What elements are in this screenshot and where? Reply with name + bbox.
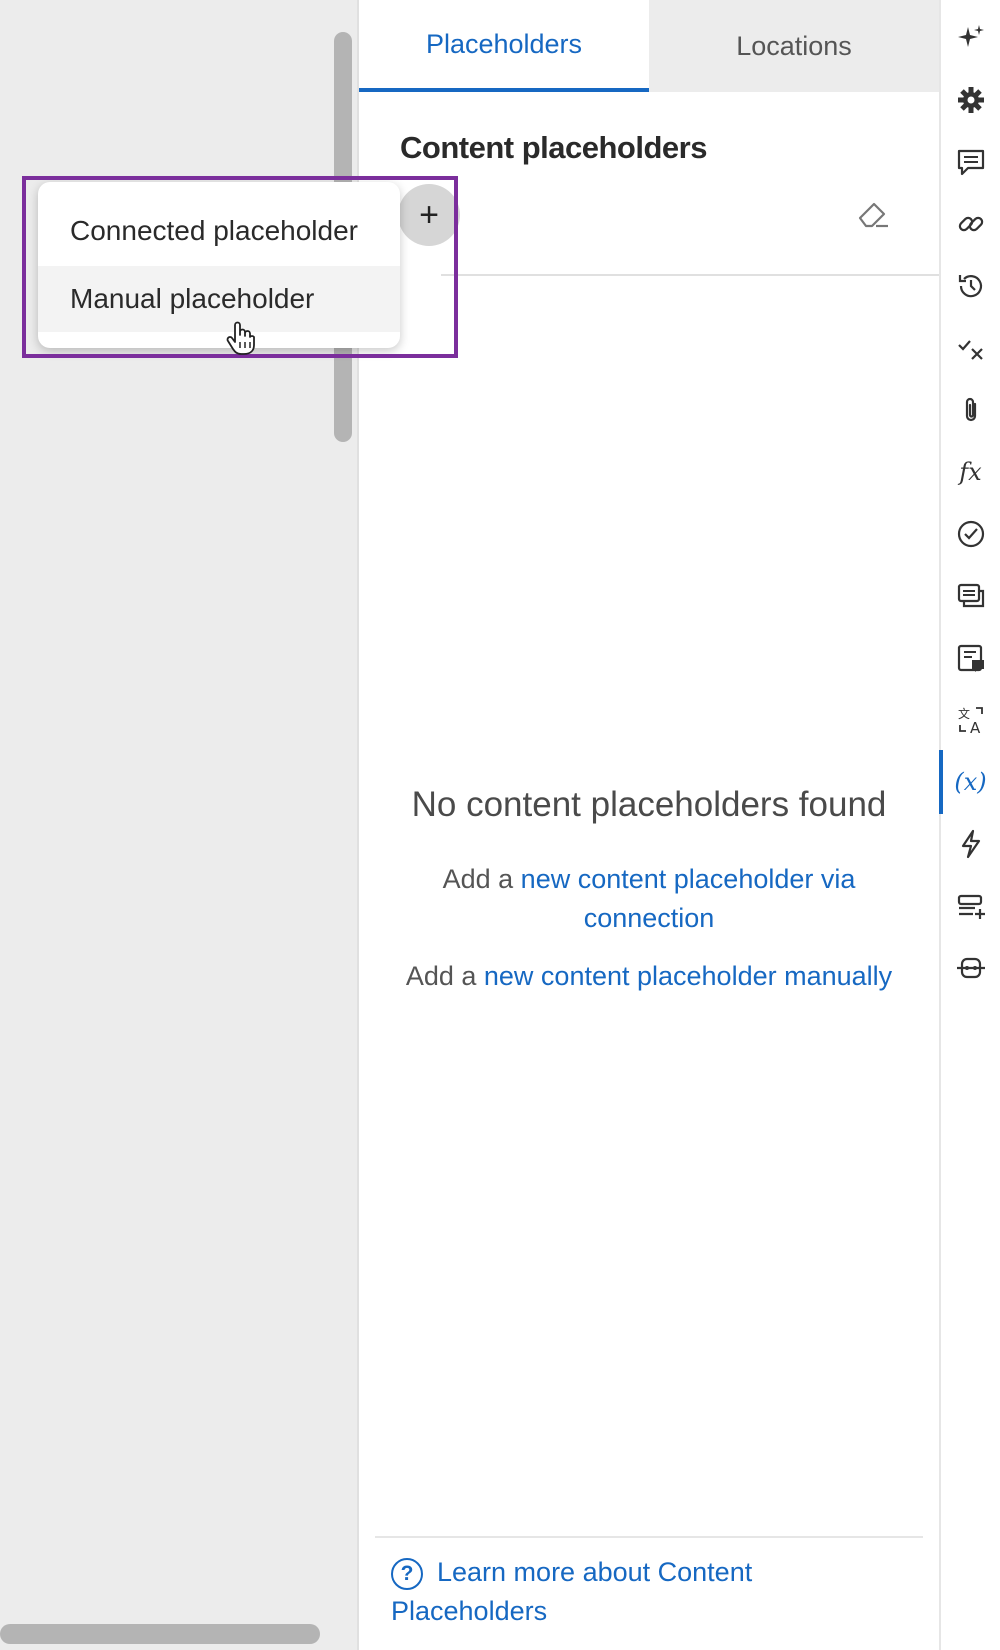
rail-button-settings[interactable] — [941, 75, 1000, 125]
empty-state-connection-line: Add a new content placeholder via connec… — [399, 860, 899, 938]
rail-button-history[interactable] — [941, 261, 1000, 311]
learn-more-link[interactable]: ? Learn more about Content Placeholders — [391, 1553, 851, 1631]
horizontal-scrollbar[interactable] — [0, 1624, 320, 1644]
rail-button-links[interactable] — [941, 199, 1000, 249]
empty-state-manual-line: Add a new content placeholder manually — [399, 957, 899, 996]
rail-button-ai[interactable] — [941, 13, 1000, 63]
rail-button-fields[interactable] — [941, 881, 1000, 931]
rail-button-automations[interactable] — [941, 819, 1000, 869]
rail-button-notes[interactable] — [941, 633, 1000, 683]
sparkles-icon — [957, 25, 984, 47]
icon-rail: fx 文A (x) — [939, 0, 1000, 1650]
paperclip-icon — [965, 397, 976, 422]
svg-text:文: 文 — [958, 706, 970, 721]
help-icon: ? — [391, 1558, 423, 1590]
empty-state-connection-prefix: Add a — [442, 864, 521, 894]
rail-button-messages[interactable] — [941, 571, 1000, 621]
gear-icon — [957, 87, 984, 113]
section-title: Content placeholders — [400, 130, 707, 165]
svg-text:A: A — [970, 719, 981, 735]
add-manually-link[interactable]: new content placeholder manually — [484, 961, 892, 991]
rail-button-variables[interactable]: (x) — [941, 757, 1000, 807]
empty-state-title: No content placeholders found — [411, 785, 887, 824]
check-x-icon — [957, 340, 983, 360]
footer-divider — [375, 1536, 923, 1538]
tab-placeholders[interactable]: Placeholders — [359, 0, 649, 92]
rail-button-attachments[interactable] — [941, 385, 1000, 435]
function-icon: fx — [959, 458, 982, 486]
rail-button-approvals[interactable] — [941, 509, 1000, 559]
translate-icon: 文A — [958, 706, 983, 735]
variable-icon: (x) — [954, 768, 987, 796]
rail-button-formulas[interactable]: fx — [941, 447, 1000, 497]
learn-more-label: Learn more about Content Placeholders — [391, 1557, 753, 1626]
add-via-connection-link[interactable]: new content placeholder via connection — [521, 864, 856, 933]
messages-icon — [957, 583, 984, 608]
empty-state-manual-prefix: Add a — [405, 961, 484, 991]
note-icon — [957, 644, 984, 672]
tab-bar: Placeholders Locations — [359, 0, 939, 92]
tab-locations[interactable]: Locations — [649, 0, 939, 92]
history-icon — [958, 275, 982, 298]
toolbar-divider — [441, 274, 939, 276]
rail-button-translate[interactable]: 文A — [941, 695, 1000, 745]
check-circle-icon — [957, 520, 984, 548]
rail-button-connections[interactable] — [941, 943, 1000, 993]
rail-button-comments[interactable] — [941, 137, 1000, 187]
clear-button[interactable] — [849, 192, 895, 238]
lightning-icon — [961, 829, 980, 859]
rail-button-track-changes[interactable] — [941, 323, 1000, 373]
connector-icon — [956, 957, 985, 979]
hand-cursor-icon — [226, 321, 255, 355]
list-add-icon — [957, 894, 985, 919]
eraser-icon — [858, 202, 888, 228]
link-icon — [958, 216, 983, 232]
comment-icon — [957, 149, 984, 176]
